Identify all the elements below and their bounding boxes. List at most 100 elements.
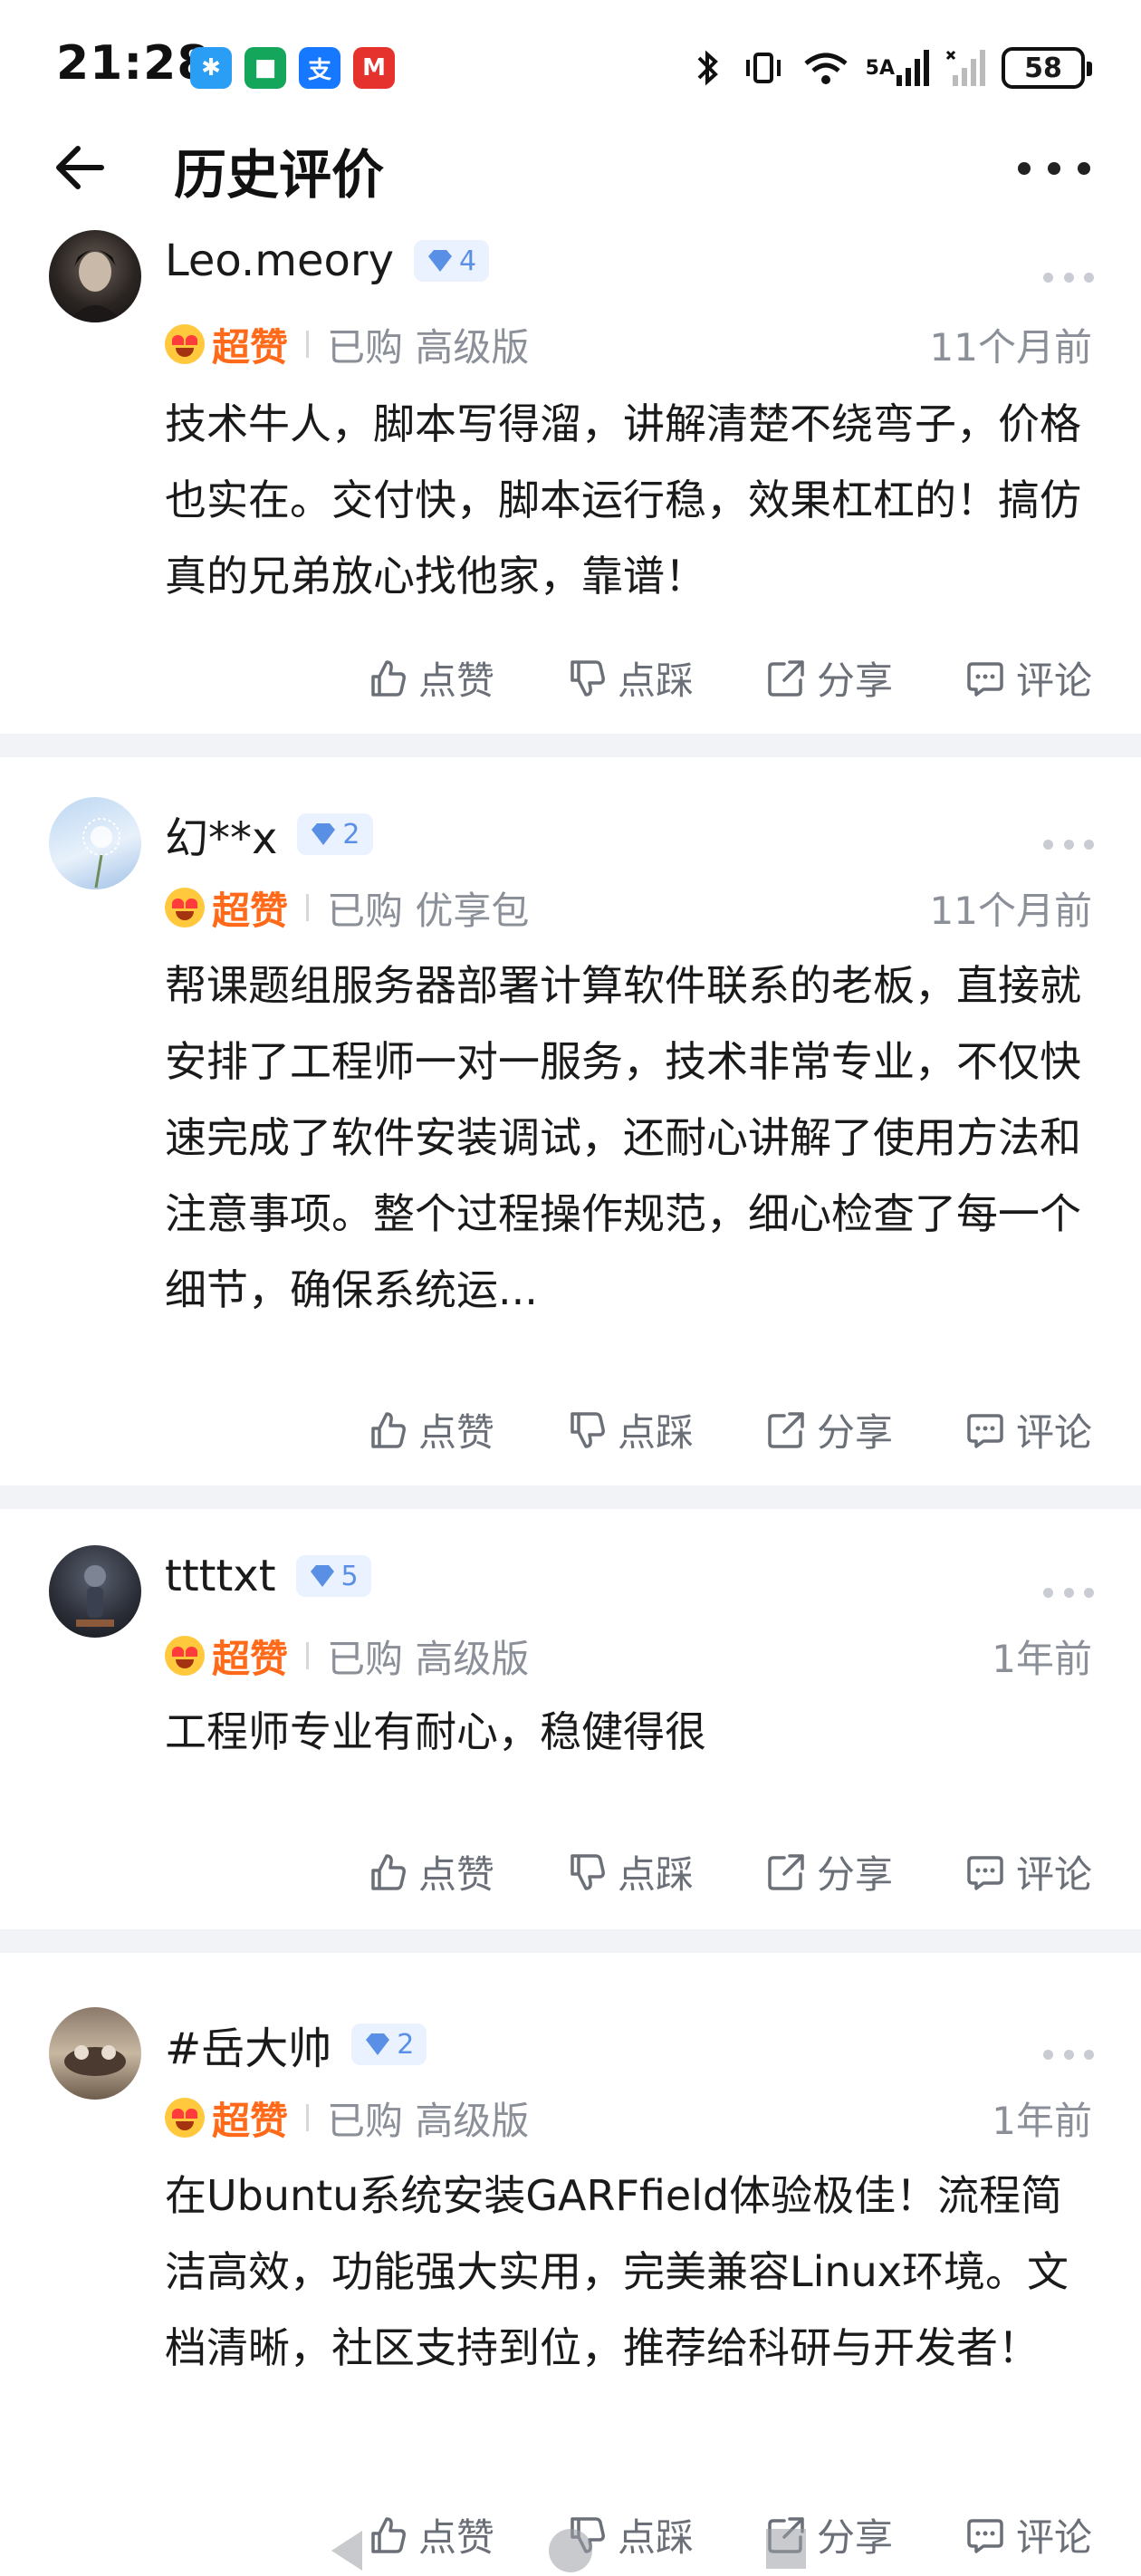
comment-button[interactable]: 评论 xyxy=(964,650,1092,706)
purchase-info: 已购 高级版 xyxy=(327,2098,530,2143)
dislike-label: 点踩 xyxy=(617,658,694,703)
review-card: ttttxt 5 超赞 已购 高级版 1年前 工程师专业有耐心，稳健得很 点赞 … xyxy=(0,1509,1141,1929)
dislike-button[interactable]: 点踩 xyxy=(565,650,694,706)
page-title: 历史评价 xyxy=(174,144,385,206)
back-button[interactable] xyxy=(51,138,110,197)
review-text: 工程师专业有耐心，稳健得很 xyxy=(165,1707,706,1756)
avatar[interactable] xyxy=(49,2007,141,2100)
comment-button[interactable]: 评论 xyxy=(964,1402,1092,1457)
purchase-info: 已购 高级版 xyxy=(327,1636,530,1681)
share-button[interactable]: 分享 xyxy=(764,2507,893,2562)
rating-label: 超赞 xyxy=(212,324,289,370)
dislike-button[interactable]: 点踩 xyxy=(565,2507,694,2562)
review-card: Leo.meory 4 超赞 已购 高级版 11个月前 技术牛人，脚本写得溜，讲… xyxy=(0,217,1141,734)
review-card: 幻**x 2 超赞 已购 优享包 11个月前 帮课题组服务器部署计算软件联系的老… xyxy=(0,757,1141,1485)
level-badge: 2 xyxy=(297,813,373,855)
level-badge: 2 xyxy=(351,2023,427,2065)
comment-label: 评论 xyxy=(1015,1410,1092,1455)
dislike-button[interactable]: 点踩 xyxy=(565,1402,694,1457)
username[interactable]: #岳大帅 xyxy=(165,2013,331,2076)
review-text[interactable]: 帮课题组服务器部署计算软件联系的老板，直接就安排了工程师一对一服务，技术非常专业… xyxy=(165,947,1092,1328)
heart-eyes-emoji-icon xyxy=(165,324,205,364)
like-button[interactable]: 点赞 xyxy=(366,1844,494,1899)
review-meta: 超赞 已购 优享包 11个月前 xyxy=(165,882,1092,933)
username-row: 幻**x 2 xyxy=(165,803,373,866)
more-options-button[interactable] xyxy=(1018,141,1090,196)
review-actions: 点赞 点踩 分享 评论 xyxy=(366,650,1092,706)
purchase-info: 已购 优享包 xyxy=(327,888,530,933)
bluetooth-icon xyxy=(690,45,726,91)
thumbs-down-icon xyxy=(570,1411,605,1448)
like-label: 点赞 xyxy=(417,1410,494,1455)
comment-icon xyxy=(967,1855,1003,1890)
system-icons: 5A 58 xyxy=(690,45,1092,91)
username[interactable]: Leo.meory xyxy=(165,235,394,286)
avatar[interactable] xyxy=(49,797,141,889)
more-dot-icon xyxy=(1078,162,1090,175)
review-more-button[interactable] xyxy=(1043,2045,1094,2063)
app-notification-icon: M xyxy=(353,47,395,89)
like-button[interactable]: 点赞 xyxy=(366,650,494,706)
review-more-button[interactable] xyxy=(1043,835,1094,853)
like-button[interactable]: 点赞 xyxy=(366,1402,494,1457)
comment-label: 评论 xyxy=(1015,658,1092,703)
review-more-button[interactable] xyxy=(1043,268,1094,286)
review-more-button[interactable] xyxy=(1043,1583,1094,1601)
review-time: 1年前 xyxy=(992,2098,1092,2143)
review-meta: 超赞 已购 高级版 1年前 xyxy=(165,2092,1092,2143)
share-button[interactable]: 分享 xyxy=(764,1844,893,1899)
dislike-label: 点踩 xyxy=(617,2515,694,2560)
nav-back-icon xyxy=(331,2531,362,2571)
signal-icon-secondary xyxy=(945,48,987,88)
meta-separator xyxy=(306,2104,310,2131)
nav-header: 历史评价 xyxy=(0,118,1141,217)
review-list: Leo.meory 4 超赞 已购 高级版 11个月前 技术牛人，脚本写得溜，讲… xyxy=(0,217,1141,2397)
review-time: 1年前 xyxy=(992,1636,1092,1681)
avatar[interactable] xyxy=(49,1545,141,1638)
comment-button[interactable]: 评论 xyxy=(964,2507,1092,2562)
share-button[interactable]: 分享 xyxy=(764,1402,893,1457)
section-divider xyxy=(0,1929,1141,1953)
network-type-label: 5A xyxy=(865,56,895,80)
meta-separator xyxy=(306,1642,310,1669)
more-dot-icon xyxy=(1018,162,1031,175)
share-label: 分享 xyxy=(816,1410,893,1455)
purchase-info: 已购 高级版 xyxy=(327,324,530,370)
review-actions: 点赞 点踩 分享 评论 xyxy=(366,2507,1092,2562)
status-bar: 21:28 ✱ ■ 支 M 5A 58 xyxy=(0,0,1141,136)
thumbs-up-icon xyxy=(371,1853,406,1890)
review-text: 技术牛人，脚本写得溜，讲解清楚不绕弯子，价格也实在。交付快，脚本运行稳，效果杠杠… xyxy=(165,399,1081,601)
username[interactable]: ttttxt xyxy=(165,1551,276,1601)
review-actions: 点赞 点踩 分享 评论 xyxy=(366,1844,1092,1899)
diamond-icon xyxy=(310,1565,334,1587)
like-button[interactable]: 点赞 xyxy=(366,2507,494,2562)
avatar[interactable] xyxy=(49,230,141,322)
dislike-label: 点踩 xyxy=(617,1410,694,1455)
arrow-left-icon xyxy=(56,146,104,189)
thumbs-up-icon xyxy=(371,1411,406,1448)
battery-icon: 58 xyxy=(1002,47,1092,89)
level-badge: 4 xyxy=(414,240,490,282)
thumbs-up-icon xyxy=(371,2516,406,2553)
app-notification-icon: ■ xyxy=(244,47,286,89)
diamond-icon xyxy=(312,823,336,845)
like-label: 点赞 xyxy=(417,1852,494,1897)
comment-button[interactable]: 评论 xyxy=(964,1844,1092,1899)
vibrate-icon xyxy=(741,45,786,91)
meta-separator xyxy=(306,331,310,358)
username-row: Leo.meory 4 xyxy=(165,235,490,286)
dislike-button[interactable]: 点踩 xyxy=(565,1844,694,1899)
review-time: 11个月前 xyxy=(929,888,1092,933)
dislike-label: 点踩 xyxy=(617,1852,694,1897)
level-number: 4 xyxy=(459,245,477,277)
like-label: 点赞 xyxy=(417,658,494,703)
share-label: 分享 xyxy=(816,658,893,703)
comment-label: 评论 xyxy=(1015,2515,1092,2560)
share-button[interactable]: 分享 xyxy=(764,650,893,706)
username[interactable]: 幻**x xyxy=(165,803,277,866)
rating-label: 超赞 xyxy=(212,888,289,933)
share-label: 分享 xyxy=(816,1852,893,1897)
level-badge: 5 xyxy=(295,1555,371,1597)
section-divider xyxy=(0,734,1141,757)
wifi-icon xyxy=(801,45,851,91)
